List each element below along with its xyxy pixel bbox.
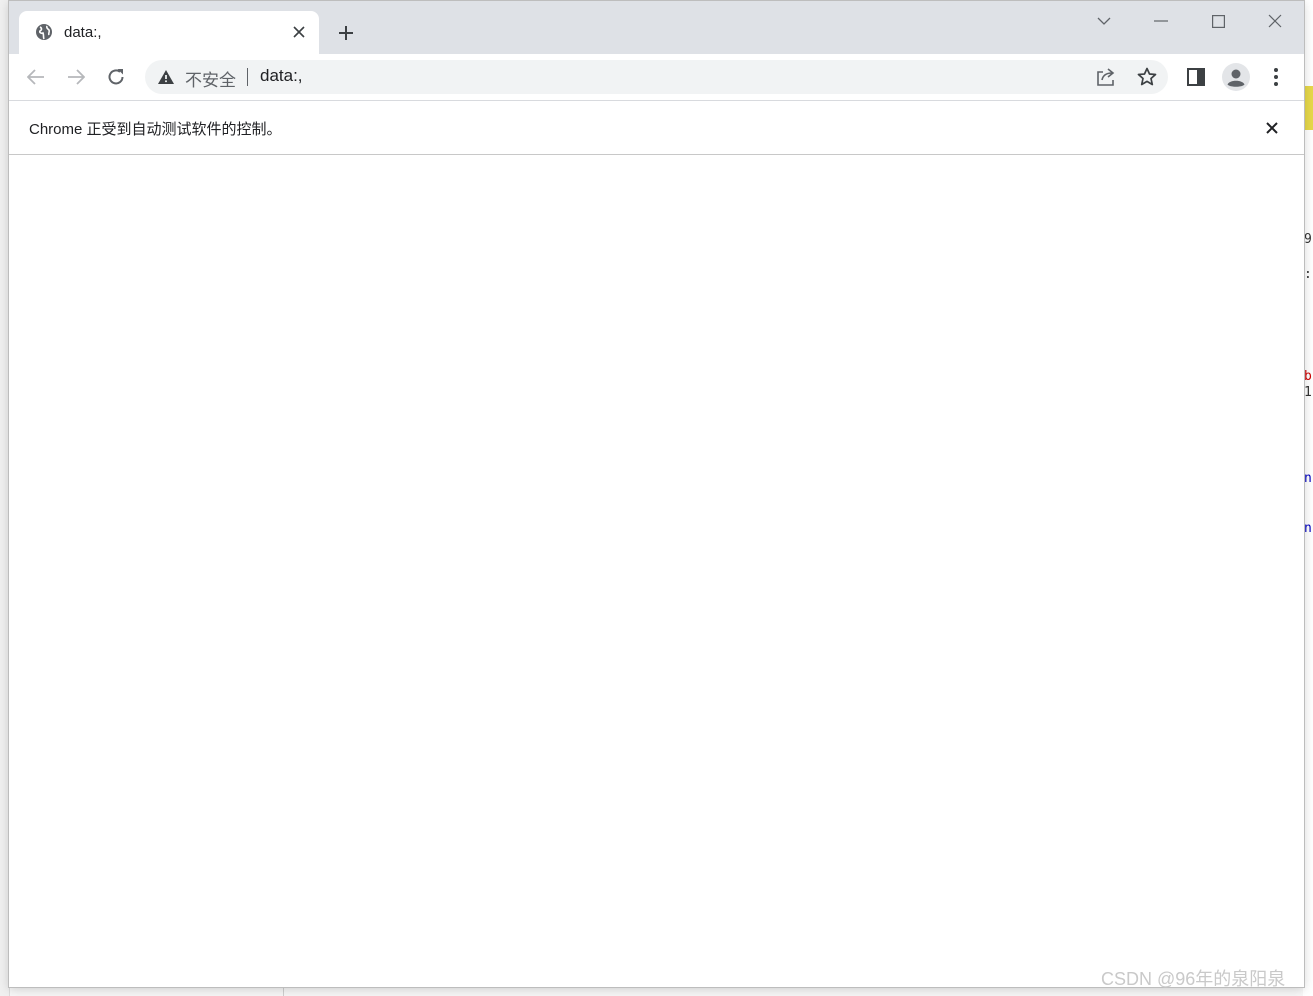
page-content bbox=[9, 155, 1304, 987]
side-panel-button[interactable] bbox=[1181, 62, 1211, 92]
background-code-char: 9 bbox=[1304, 232, 1312, 247]
browser-window: data:, 不安全 data:, Chrome 正受到自动测试软件的控制。 bbox=[9, 1, 1304, 987]
background-highlight bbox=[1305, 86, 1313, 130]
tab-search-button[interactable] bbox=[1089, 9, 1119, 33]
side-panel-icon bbox=[1187, 68, 1205, 86]
background-divider bbox=[283, 988, 284, 996]
browser-toolbar: 不安全 data:, bbox=[9, 54, 1304, 101]
star-icon[interactable] bbox=[1135, 65, 1159, 89]
tab-title: data:, bbox=[64, 24, 102, 41]
forward-button[interactable] bbox=[61, 62, 91, 92]
arrow-left-icon bbox=[27, 69, 44, 85]
watermark: CSDN @96年的泉阳泉 bbox=[1101, 969, 1286, 989]
url-text[interactable]: data:, bbox=[260, 66, 303, 86]
arrow-right-icon bbox=[68, 69, 85, 85]
close-icon bbox=[1268, 14, 1282, 28]
background-right-edge bbox=[1303, 0, 1313, 996]
share-icon[interactable] bbox=[1094, 65, 1118, 89]
background-code-char: : bbox=[1304, 267, 1312, 282]
profile-button[interactable] bbox=[1221, 62, 1251, 92]
back-button[interactable] bbox=[21, 62, 51, 92]
reload-button[interactable] bbox=[101, 62, 131, 92]
warning-icon[interactable] bbox=[157, 69, 175, 85]
background-code-char: n bbox=[1304, 521, 1312, 536]
menu-button[interactable] bbox=[1261, 62, 1291, 92]
new-tab-button[interactable] bbox=[333, 20, 359, 46]
tab-strip: data:, bbox=[9, 1, 1304, 54]
profile-icon bbox=[1222, 63, 1250, 91]
background-code-char: b bbox=[1304, 369, 1312, 384]
infobar-message: Chrome 正受到自动测试软件的控制。 bbox=[29, 121, 282, 138]
address-bar[interactable]: 不安全 data:, bbox=[145, 60, 1168, 94]
background-code-char: 1 bbox=[1304, 385, 1312, 400]
minimize-icon bbox=[1154, 20, 1168, 22]
automation-infobar: Chrome 正受到自动测试软件的控制。 bbox=[9, 101, 1304, 155]
close-icon[interactable] bbox=[289, 22, 309, 42]
plus-icon bbox=[339, 26, 353, 40]
close-icon[interactable] bbox=[1261, 117, 1283, 139]
security-label[interactable]: 不安全 bbox=[185, 66, 236, 91]
address-separator bbox=[247, 68, 248, 86]
tab-active[interactable]: data:, bbox=[19, 11, 319, 54]
maximize-button[interactable] bbox=[1203, 9, 1233, 33]
reload-icon bbox=[108, 69, 124, 85]
kebab-menu-icon bbox=[1274, 68, 1278, 86]
maximize-icon bbox=[1211, 14, 1225, 28]
background-code-char: n bbox=[1304, 471, 1312, 486]
minimize-button[interactable] bbox=[1146, 9, 1176, 33]
globe-icon bbox=[35, 23, 53, 41]
window-close-button[interactable] bbox=[1260, 9, 1290, 33]
chevron-down-icon bbox=[1097, 17, 1111, 25]
